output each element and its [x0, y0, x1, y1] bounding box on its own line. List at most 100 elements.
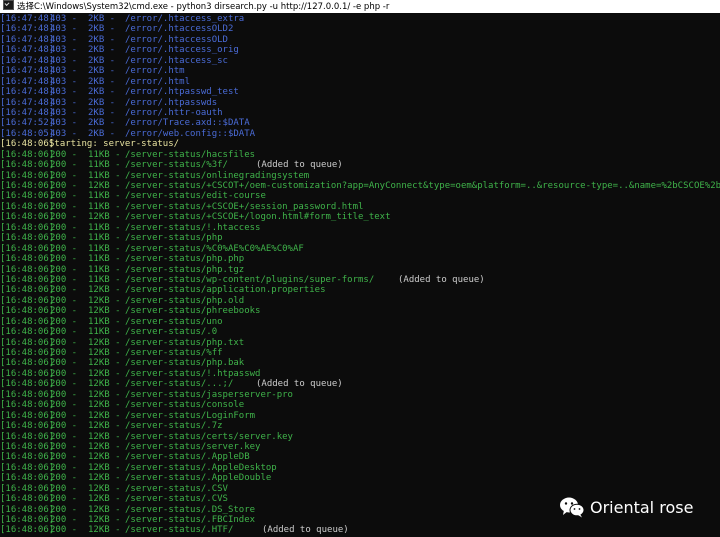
log-timestamp: [16:47:48]	[0, 87, 55, 98]
log-status-code: 403 -	[50, 118, 78, 129]
log-status-code: 403 -	[50, 34, 78, 45]
log-path: /error/.htpasswd_test	[125, 87, 239, 98]
log-path: /error/web.config::$DATA	[125, 128, 256, 139]
log-status-code: 200 -	[50, 368, 78, 379]
log-line: [16:48:05] 403 - 2KB - /error/web.config::$…	[0, 129, 720, 139]
log-status-code: 200 -	[50, 494, 78, 505]
log-path: /server-status/php.old	[125, 295, 245, 306]
log-line: [16:48:06] 200 - 12KB - /server-status/+CSC…	[0, 212, 720, 222]
log-timestamp: [16:48:06]	[0, 212, 55, 223]
log-line: [16:48:06] 200 - 11KB - /server-status/%C0%…	[0, 244, 720, 254]
log-status-code: 200 -	[50, 274, 78, 285]
watermark-text: Oriental rose	[590, 497, 694, 517]
log-path: /server-status/!.htpasswd	[125, 368, 261, 379]
log-size: 2KB -	[88, 66, 116, 77]
log-path: /server-status/.AppleDouble	[125, 473, 272, 484]
log-size: 11KB -	[88, 316, 121, 327]
log-timestamp: [16:48:06]	[0, 201, 55, 212]
log-line: [16:47:48] 403 - 2KB - /error/.htpasswd_tes…	[0, 87, 720, 97]
log-status-code: 200 -	[50, 337, 78, 348]
log-status-code: 403 -	[50, 55, 78, 66]
log-path: /error/Trace.axd::$DATA	[125, 118, 250, 129]
log-path: /error/.html	[125, 76, 191, 87]
log-size: 12KB -	[88, 285, 121, 296]
log-size: 2KB -	[88, 128, 116, 139]
log-timestamp: [16:47:48]	[0, 97, 55, 108]
log-timestamp: [16:48:06]	[0, 358, 55, 369]
log-path: /server-status/.CVS	[125, 494, 228, 505]
log-size: 2KB -	[88, 87, 116, 98]
log-status-code: 200 -	[50, 473, 78, 484]
log-path: /error/.htpasswds	[125, 97, 218, 108]
log-status-code: 200 -	[50, 452, 78, 463]
log-path: /server-status/certs/server.key	[125, 431, 293, 442]
log-status-code: 403 -	[50, 128, 78, 139]
log-timestamp: [16:48:06]	[0, 306, 55, 317]
log-size: 12KB -	[88, 515, 121, 525]
log-timestamp: [16:48:06]	[0, 264, 55, 275]
log-path: /server-status/+CSCOE+/session_password.…	[125, 201, 364, 212]
log-timestamp: [16:48:06]	[0, 327, 55, 338]
log-path: /server-status/!.htaccess	[125, 222, 261, 233]
log-path: /server-status/application.properties	[125, 285, 326, 296]
log-timestamp: [16:48:06]	[0, 243, 55, 254]
wechat-icon	[560, 497, 585, 518]
log-size: 11KB -	[88, 149, 121, 160]
log-status-code: 200 -	[50, 149, 78, 160]
log-line: [16:48:06] 200 - 12KB - /server-status/...;…	[0, 379, 720, 389]
log-line: [16:47:52] 403 - 2KB - /error/Trace.axd::$D…	[0, 118, 720, 128]
log-path: /server-status/.DS_Store	[125, 504, 256, 515]
queue-notice: (Added to queue)	[398, 274, 485, 285]
log-line: [16:48:06] 200 - 12KB - /server-status/+CSC…	[0, 181, 720, 191]
log-timestamp: [16:48:05]	[0, 128, 55, 139]
log-path: /error/.htaccess_extra	[125, 14, 245, 24]
log-timestamp: [16:47:48]	[0, 55, 55, 66]
log-timestamp: [16:47:48]	[0, 76, 55, 87]
log-status-code: 200 -	[50, 316, 78, 327]
log-line: [16:47:48] 403 - 2KB - /error/.htpasswds	[0, 98, 720, 108]
log-status-code: 200 -	[50, 191, 78, 202]
log-line: [16:48:06] 200 - 12KB - /server-status/.HTF…	[0, 525, 720, 535]
log-size: 11KB -	[88, 233, 121, 244]
log-line: [16:48:06] 200 - 11KB - /server-status/php.…	[0, 265, 720, 275]
log-timestamp: [16:48:06]	[0, 254, 55, 265]
log-line: [16:48:06] 200 - 12KB - /server-status/.App…	[0, 463, 720, 473]
log-path: /server-status/%3f/	[125, 160, 228, 171]
log-status-code: 403 -	[50, 14, 78, 24]
log-status-code: 200 -	[50, 254, 78, 265]
log-line: [16:48:06] 200 - 12KB - /server-status/cons…	[0, 400, 720, 410]
log-status-code: 200 -	[50, 389, 78, 400]
log-status-code: 403 -	[50, 76, 78, 87]
log-line: [16:48:06] 200 - 11KB - /server-status/uno	[0, 317, 720, 327]
log-timestamp: [16:47:48]	[0, 24, 55, 35]
log-message: Starting: server-status/	[49, 139, 180, 150]
log-status-code: 200 -	[50, 504, 78, 515]
log-status-code: 200 -	[50, 410, 78, 421]
log-line: [16:48:06] Starting: server-status/	[0, 139, 720, 149]
log-path: /server-status/phreebooks	[125, 306, 261, 317]
log-status-code: 200 -	[50, 431, 78, 442]
log-timestamp: [16:48:06]	[0, 316, 55, 327]
log-size: 12KB -	[88, 379, 121, 390]
log-status-code: 200 -	[50, 327, 78, 338]
window-title-bar[interactable]: 选择C:\Windows\System32\cmd.exe - python3 …	[0, 0, 720, 13]
log-size: 2KB -	[88, 97, 116, 108]
log-path: /server-status/.CSV	[125, 483, 228, 494]
log-timestamp: [16:48:06]	[0, 379, 55, 390]
log-line: [16:48:06] 200 - 12KB - /server-status/php.…	[0, 338, 720, 348]
log-timestamp: [16:48:06]	[0, 389, 55, 400]
log-size: 12KB -	[88, 462, 121, 473]
log-status-code: 200 -	[50, 306, 78, 317]
log-line: [16:48:06] 200 - 12KB - /server-status/.App…	[0, 473, 720, 483]
log-path: /server-status/php.bak	[125, 358, 245, 369]
log-size: 12KB -	[88, 337, 121, 348]
queue-notice: (Added to queue)	[256, 160, 343, 171]
log-status-code: 200 -	[50, 421, 78, 432]
console-output[interactable]: [16:47:48] 403 -2KB -/error/.htaccess_ext…	[0, 14, 720, 537]
log-size: 2KB -	[88, 34, 116, 45]
log-size: 11KB -	[88, 327, 121, 338]
watermark: Oriental rose	[559, 493, 693, 521]
log-status-code: 200 -	[50, 441, 78, 452]
log-path: /server-status/php	[125, 233, 223, 244]
log-timestamp: [16:48:06]	[0, 462, 55, 473]
